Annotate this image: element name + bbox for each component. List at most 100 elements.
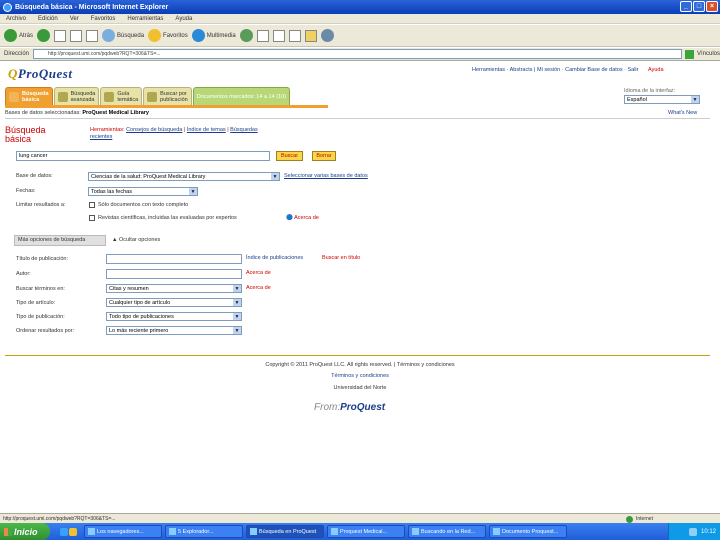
hide-options-link[interactable]: ▲ Ocultar opciones — [112, 237, 160, 243]
page-title: Búsqueda básica — [5, 125, 46, 144]
multimedia-button[interactable]: Multimedia — [191, 29, 236, 42]
menu-help[interactable]: Ayuda — [175, 16, 192, 22]
task-button[interactable]: Proquest Medical... — [327, 525, 405, 538]
publication-type-label: Tipo de publicación: — [16, 314, 65, 320]
history-icon[interactable] — [239, 29, 253, 42]
select-databases-link[interactable]: Seleccionar varias bases de datos — [284, 173, 368, 179]
edit-icon[interactable] — [288, 29, 301, 42]
favorites-button[interactable]: Favoritos — [148, 29, 188, 42]
tab-advanced-search[interactable]: Búsqueda avanzada — [53, 87, 100, 105]
folder-icon[interactable] — [69, 527, 77, 536]
minimize-button[interactable]: _ — [680, 1, 692, 12]
taskbar: Inicio Los navegadores... 5 Explorador..… — [0, 523, 720, 540]
sort-select[interactable]: Lo más reciente primero — [106, 326, 242, 335]
task-button[interactable]: Búsqueda en ProQuest — [246, 525, 324, 538]
author-input[interactable] — [106, 269, 242, 279]
menu-edit[interactable]: Edición — [38, 16, 58, 22]
search-input[interactable]: lung cancer — [16, 151, 270, 161]
forward-arrow-icon[interactable] — [37, 29, 51, 42]
search-button[interactable]: Buscar — [276, 151, 303, 161]
status-bar: http://proquest.umi.com/pqdweb?RQT=306&T… — [0, 513, 720, 523]
publication-title-input[interactable] — [106, 254, 242, 264]
recent-searches-link[interactable]: Búsquedas — [230, 127, 258, 133]
menu-favorites[interactable]: Favoritos — [91, 16, 116, 22]
quick-launch — [60, 527, 77, 536]
tab-marked-documents[interactable]: Documentos marcados: 14 a 14 (10) — [192, 87, 290, 105]
network-icon[interactable] — [688, 527, 697, 536]
scholarly-label: Revistas científicas, incluidas las eval… — [98, 215, 237, 221]
author-about-link[interactable]: Acerca de — [246, 270, 271, 276]
clear-button[interactable]: Borrar — [312, 151, 336, 161]
address-input[interactable]: http://proquest.umi.com/pqdweb?RQT=306&T… — [33, 49, 683, 59]
language-label: Idioma de la interfaz: — [624, 88, 676, 94]
proquest-logo[interactable]: QProQuest — [8, 66, 72, 82]
app-icon — [412, 528, 419, 535]
top-links: Herramientas · Abstracts | Mi sesión · C… — [472, 67, 664, 73]
folder-icon[interactable] — [304, 29, 317, 42]
globe-icon — [626, 515, 633, 523]
recent-searches-link-2[interactable]: recientes — [90, 134, 112, 140]
database-select[interactable]: Ciencias de la salud: ProQuest Medical L… — [88, 172, 280, 181]
whats-new-link[interactable]: What's New — [668, 110, 697, 116]
back-arrow-icon — [4, 29, 17, 42]
help-link[interactable]: Ayuda — [648, 67, 664, 73]
app-icon — [493, 528, 500, 535]
maximize-button[interactable]: □ — [693, 1, 705, 12]
window-titlebar: Búsqueda básica - Microsoft Internet Exp… — [0, 0, 720, 14]
book-icon — [147, 91, 158, 102]
stop-icon[interactable] — [54, 29, 67, 42]
print-icon[interactable] — [272, 29, 285, 42]
mail-icon[interactable] — [256, 29, 269, 42]
app-icon — [169, 528, 176, 535]
tab-publication-search[interactable]: Buscar por publicación — [143, 87, 192, 105]
scholarly-checkbox[interactable] — [89, 215, 95, 221]
search-button[interactable]: Búsqueda — [102, 29, 144, 42]
publication-title-label: Título de publicación: — [16, 256, 68, 262]
window-controls: _ □ × — [680, 1, 718, 12]
clock: 10:12 — [700, 528, 716, 535]
tab-basic-search[interactable]: Búsqueda básica — [5, 87, 53, 105]
menu-view[interactable]: Ver — [70, 16, 79, 22]
back-button[interactable]: Atrás — [4, 29, 33, 42]
go-arrow-icon[interactable] — [685, 49, 694, 59]
about-link[interactable]: 🔵 Acerca de — [286, 215, 319, 221]
start-button[interactable]: Inicio — [0, 523, 50, 540]
menu-file[interactable]: Archivo — [6, 16, 26, 22]
tools-label: Herramientas: — [90, 127, 125, 133]
app-icon — [250, 528, 257, 535]
multimedia-label: Multimedia — [206, 32, 236, 39]
home-icon[interactable] — [86, 29, 99, 42]
task-button[interactable]: 5 Explorador... — [165, 525, 243, 538]
divider — [5, 118, 710, 119]
library-name: Universidad del Norte — [333, 385, 387, 391]
task-button[interactable]: Buscando en la Red... — [408, 525, 486, 538]
fulltext-label: Sólo documentos con texto completo — [98, 202, 189, 208]
links-label[interactable]: Vínculos — [697, 51, 720, 57]
menu-tools[interactable]: Herramientas — [127, 16, 163, 22]
top-nav-links[interactable]: Herramientas · Abstracts | Mi sesión · C… — [472, 67, 639, 73]
ie-icon[interactable] — [60, 527, 68, 536]
sort-label: Ordenar resultados por: — [16, 328, 75, 334]
publication-type-select[interactable]: Todo tipo de publicaciones — [106, 312, 242, 321]
search-terms-select[interactable]: Citas y resumen — [106, 284, 242, 293]
topic-index-link[interactable]: Índice de temas — [187, 127, 226, 133]
publication-title-search-link[interactable]: Buscar en título — [322, 255, 360, 261]
language-select[interactable]: Español — [624, 95, 700, 104]
terms-link[interactable]: Términos y condiciones — [0, 373, 720, 379]
publication-index-link[interactable]: Índice de publicaciones — [246, 255, 303, 261]
close-button[interactable]: × — [706, 1, 718, 12]
date-label: Fechas: — [16, 188, 36, 194]
task-button[interactable]: Documento Proquest... — [489, 525, 567, 538]
tab-topic-guide[interactable]: Guía temática — [100, 87, 143, 105]
address-label: Dirección — [4, 51, 30, 57]
date-select[interactable]: Todas las fechas — [88, 187, 198, 196]
article-type-label: Tipo de artículo: — [16, 300, 56, 306]
fulltext-checkbox[interactable] — [89, 202, 95, 208]
app-icon — [331, 528, 338, 535]
terms-about-link[interactable]: Acerca de — [246, 285, 271, 291]
search-tips-link[interactable]: Consejos de búsqueda — [126, 127, 182, 133]
task-button[interactable]: Los navegadores... — [84, 525, 162, 538]
article-type-select[interactable]: Cualquier tipo de artículo — [106, 298, 242, 307]
messenger-icon[interactable] — [320, 29, 334, 42]
refresh-icon[interactable] — [70, 29, 83, 42]
